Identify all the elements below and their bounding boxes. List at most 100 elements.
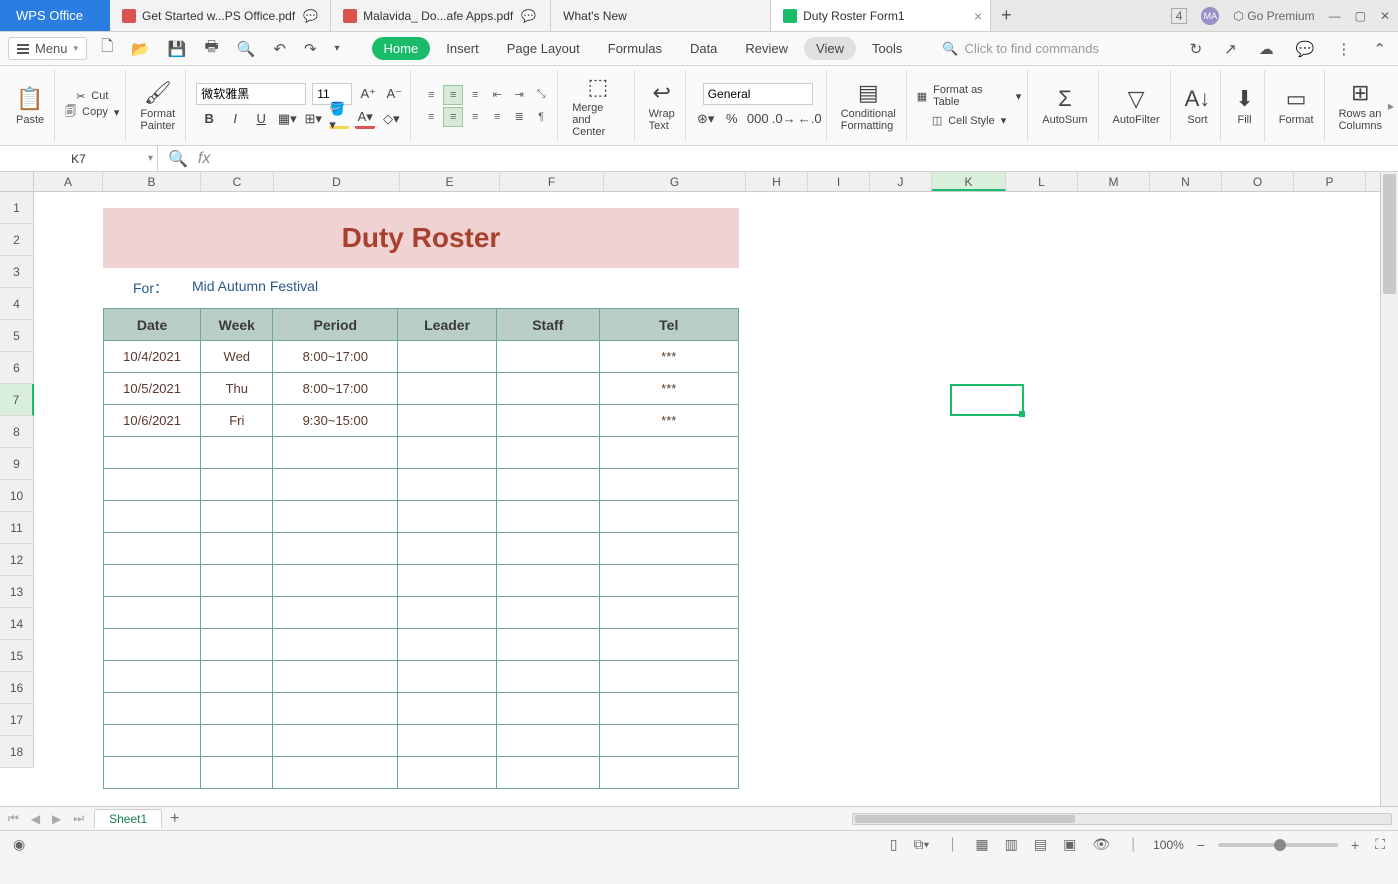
sheet-tab[interactable]: Sheet1	[94, 809, 162, 828]
align-left-icon[interactable]: ≡	[421, 107, 441, 127]
table-cell[interactable]	[104, 725, 201, 757]
eye-icon[interactable]: 👁	[1089, 836, 1113, 853]
row-header[interactable]: 15	[0, 640, 34, 672]
table-cell[interactable]	[104, 757, 201, 789]
column-header[interactable]: C	[201, 172, 274, 191]
table-cell[interactable]: 8:00~17:00	[273, 373, 398, 405]
sheet-nav-next-icon[interactable]: ▶	[50, 812, 63, 826]
row-header[interactable]: 7	[0, 384, 34, 416]
row-header[interactable]: 6	[0, 352, 34, 384]
table-cell[interactable]	[497, 629, 599, 661]
increase-font-icon[interactable]: A⁺	[358, 84, 378, 104]
command-search[interactable]: 🔍 Click to find commands	[942, 41, 1099, 57]
table-cell[interactable]: Thu	[201, 373, 273, 405]
table-cell[interactable]	[273, 501, 398, 533]
table-cell[interactable]	[599, 725, 738, 757]
table-cell[interactable]	[104, 533, 201, 565]
align-right-icon[interactable]: ≡	[465, 107, 485, 127]
merge-split-icon[interactable]: ⊞▾	[303, 109, 323, 129]
table-cell[interactable]	[398, 437, 497, 469]
column-header[interactable]: P	[1294, 172, 1366, 191]
select-all-corner[interactable]	[0, 172, 34, 192]
zoom-in-icon[interactable]: +	[1348, 837, 1362, 853]
print-preview-icon[interactable]: 🔍	[233, 38, 260, 60]
fill-color-icon[interactable]: 🪣▾	[329, 109, 349, 129]
table-cell[interactable]: 9:30~15:00	[273, 405, 398, 437]
window-count-badge[interactable]: 4	[1171, 8, 1188, 24]
new-file-icon[interactable]: 🗋	[97, 34, 117, 63]
table-cell[interactable]: ***	[599, 341, 738, 373]
column-header[interactable]: G	[604, 172, 746, 191]
maximize-icon[interactable]: ▢	[1355, 9, 1366, 23]
table-cell[interactable]	[599, 501, 738, 533]
minimize-icon[interactable]: —	[1329, 9, 1341, 23]
reading-view-icon[interactable]: ▣	[1060, 836, 1079, 853]
column-header[interactable]: J	[870, 172, 932, 191]
table-cell[interactable]	[398, 533, 497, 565]
row-header[interactable]: 5	[0, 320, 34, 352]
table-cell[interactable]	[273, 693, 398, 725]
orientation-icon[interactable]: ⤡	[531, 85, 551, 105]
table-cell[interactable]	[273, 597, 398, 629]
close-window-icon[interactable]: ✕	[1380, 9, 1390, 23]
rtl-icon[interactable]: ¶	[531, 107, 551, 127]
page-break-view-icon[interactable]: ▤	[1031, 836, 1050, 853]
table-cell[interactable]	[497, 725, 599, 757]
copy-button[interactable]: 🗐 Copy ▾	[65, 103, 119, 122]
table-cell[interactable]	[599, 629, 738, 661]
column-header[interactable]: D	[274, 172, 400, 191]
undo-icon[interactable]: ↶	[269, 38, 290, 60]
underline-icon[interactable]: U	[251, 109, 271, 129]
row-header[interactable]: 18	[0, 736, 34, 768]
table-cell[interactable]	[398, 725, 497, 757]
open-file-icon[interactable]: 📂	[127, 38, 154, 60]
table-cell[interactable]	[497, 565, 599, 597]
close-tab-icon[interactable]: ×	[974, 8, 982, 24]
decrease-decimal-icon[interactable]: ←.0	[800, 109, 820, 129]
go-premium-button[interactable]: ⬡ Go Premium	[1233, 9, 1314, 23]
table-cell[interactable]	[497, 661, 599, 693]
table-cell[interactable]	[201, 533, 273, 565]
column-header[interactable]: B	[103, 172, 201, 191]
name-box[interactable]: K7 ▾	[0, 146, 158, 171]
column-header[interactable]: I	[808, 172, 870, 191]
bold-icon[interactable]: B	[199, 109, 219, 129]
autosum-button[interactable]: ΣAutoSum	[1038, 84, 1091, 128]
table-cell[interactable]	[398, 405, 497, 437]
number-format-select[interactable]	[703, 83, 813, 105]
font-color-icon[interactable]: A▾	[355, 109, 375, 129]
align-top-left-icon[interactable]: ≡	[421, 85, 441, 105]
layout-icon[interactable]: ⧉▾	[911, 836, 933, 853]
row-header[interactable]: 17	[0, 704, 34, 736]
formula-input[interactable]	[216, 152, 1398, 166]
table-cell[interactable]	[497, 757, 599, 789]
column-header[interactable]: A	[34, 172, 103, 191]
table-cell[interactable]	[273, 437, 398, 469]
table-cell[interactable]	[104, 565, 201, 597]
column-header[interactable]: M	[1078, 172, 1150, 191]
table-cell[interactable]	[104, 437, 201, 469]
row-header[interactable]: 16	[0, 672, 34, 704]
table-cell[interactable]	[104, 693, 201, 725]
font-name-select[interactable]	[196, 83, 306, 105]
table-cell[interactable]	[201, 693, 273, 725]
sheet-nav-last-icon[interactable]: ⏭	[71, 811, 86, 826]
zoom-slider[interactable]	[1218, 843, 1338, 847]
zoom-out-icon[interactable]: −	[1194, 837, 1208, 853]
column-header[interactable]: N	[1150, 172, 1222, 191]
table-cell[interactable]	[201, 757, 273, 789]
table-cell[interactable]	[398, 629, 497, 661]
column-header[interactable]: E	[400, 172, 500, 191]
new-tab-button[interactable]: +	[991, 0, 1022, 31]
table-cell[interactable]	[201, 501, 273, 533]
fullscreen-icon[interactable]: ⛶	[1372, 836, 1388, 853]
table-cell[interactable]	[599, 565, 738, 597]
phone-view-icon[interactable]: ▯	[887, 836, 901, 853]
column-header[interactable]: L	[1006, 172, 1078, 191]
tab-tools[interactable]: Tools	[860, 37, 914, 60]
save-icon[interactable]: 💾	[164, 38, 191, 60]
autofilter-button[interactable]: ▽AutoFilter	[1109, 84, 1164, 128]
align-top-right-icon[interactable]: ≡	[465, 85, 485, 105]
tab-insert[interactable]: Insert	[434, 37, 491, 60]
table-cell[interactable]	[273, 725, 398, 757]
